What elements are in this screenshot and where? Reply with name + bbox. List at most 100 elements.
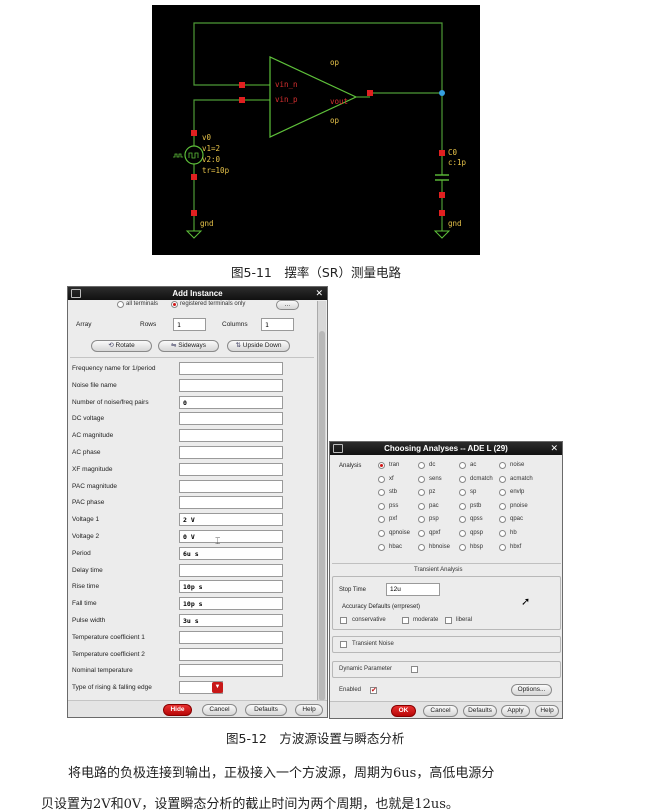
help-button[interactable]: Help (295, 704, 323, 716)
analysis-radio-sens[interactable] (418, 476, 425, 483)
param-field[interactable]: 10p s (179, 597, 283, 610)
param-field[interactable] (179, 379, 283, 392)
rows-field[interactable]: 1 (173, 318, 206, 331)
analysis-radio-pstb[interactable] (459, 503, 466, 510)
analysis-radio-pxf[interactable] (378, 516, 385, 523)
analysis-label-acmatch: acmatch (510, 476, 533, 482)
conservative-checkbox[interactable] (340, 617, 347, 624)
analysis-radio-qpnoise[interactable] (378, 530, 385, 537)
param-field[interactable] (179, 664, 283, 677)
analysis-radio-qpxf[interactable] (418, 530, 425, 537)
analysis-radio-pss[interactable] (378, 503, 385, 510)
accuracy-defaults-label: Accuracy Defaults (errpreset) (342, 604, 421, 610)
close-icon[interactable]: ✕ (550, 442, 558, 455)
choosing-analyses-titlebar[interactable]: Choosing Analyses -- ADE L (29) ✕ (330, 442, 562, 455)
analysis-radio-hb[interactable] (499, 530, 506, 537)
moderate-checkbox[interactable] (402, 617, 409, 624)
param-label: AC magnitude (72, 432, 114, 439)
analysis-radio-qpsp[interactable] (459, 530, 466, 537)
enabled-checkbox[interactable]: ✔ (370, 687, 377, 694)
dynamic-parameter-checkbox[interactable] (411, 666, 418, 673)
param-field[interactable]: 0 (179, 396, 283, 409)
analysis-radio-pz[interactable] (418, 489, 425, 496)
liberal-checkbox[interactable] (445, 617, 452, 624)
transient-noise-checkbox[interactable] (340, 641, 347, 648)
analysis-radio-hbxf[interactable] (499, 544, 506, 551)
defaults-button[interactable]: Defaults (245, 704, 287, 716)
ok-button[interactable]: OK (391, 705, 416, 717)
pulse-source-symbol (184, 145, 204, 165)
param-field[interactable] (179, 648, 283, 661)
param-field[interactable]: 10p s (179, 580, 283, 593)
analysis-radio-dcmatch[interactable] (459, 476, 466, 483)
array-label: Array (76, 321, 92, 328)
analysis-radio-qpss[interactable] (459, 516, 466, 523)
analysis-radio-noise[interactable] (499, 462, 506, 469)
columns-field[interactable]: 1 (261, 318, 294, 331)
analysis-radio-pnoise[interactable] (499, 503, 506, 510)
param-field[interactable] (179, 564, 283, 577)
cancel-button[interactable]: Cancel (423, 705, 458, 717)
analysis-label-hbsp: hbsp (470, 544, 484, 550)
param-field[interactable]: 2 V (179, 513, 283, 526)
hide-button[interactable]: Hide (163, 704, 192, 716)
param-field[interactable] (179, 631, 283, 644)
defaults-button[interactable]: Defaults (463, 705, 497, 717)
window-menu-icon[interactable] (333, 444, 343, 453)
param-field[interactable] (179, 463, 283, 476)
terminals-more-button[interactable]: ... (276, 300, 299, 310)
param-field[interactable] (179, 429, 283, 442)
button-bar: OK Cancel Defaults Apply Help (330, 701, 562, 718)
analysis-radio-xf[interactable] (378, 476, 385, 483)
add-instance-titlebar[interactable]: Add Instance ✕ (68, 287, 327, 300)
analysis-radio-qpac[interactable] (499, 516, 506, 523)
analysis-radio-acmatch[interactable] (499, 476, 506, 483)
param-field[interactable] (179, 446, 283, 459)
rotate-icon: ⟲ (108, 342, 116, 349)
window-menu-icon[interactable] (71, 289, 81, 298)
param-field[interactable] (179, 496, 283, 509)
help-button[interactable]: Help (535, 705, 559, 717)
param-field[interactable] (179, 362, 283, 375)
param-field[interactable]: 3u s (179, 614, 283, 627)
analysis-radio-hbac[interactable] (378, 544, 385, 551)
rotate-button[interactable]: ⟲ Rotate (91, 340, 152, 352)
analysis-radio-ac[interactable] (459, 462, 466, 469)
analysis-label-sens: sens (429, 476, 442, 482)
close-icon[interactable]: ✕ (315, 287, 323, 300)
stop-time-field[interactable]: 12u (386, 583, 440, 596)
analysis-radio-stb[interactable] (378, 489, 385, 496)
figure-caption-5-11: 图5-11 摆率（SR）测量电路 (231, 265, 401, 280)
cancel-button[interactable]: Cancel (202, 704, 237, 716)
param-field[interactable] (179, 480, 283, 493)
param-field[interactable]: 0 V (179, 530, 283, 543)
analysis-radio-hbsp[interactable] (459, 544, 466, 551)
analysis-label-pz: pz (429, 489, 436, 495)
edge-type-dropdown-icon[interactable]: ▼ (212, 682, 223, 693)
schematic-canvas[interactable]: op op vin_n vin_p vout v0 v1=2 v2:0 tr=1… (152, 5, 480, 255)
scrollbar-thumb[interactable] (319, 331, 325, 701)
analysis-label-envlp: envlp (510, 489, 525, 495)
analysis-radio-pac[interactable] (418, 503, 425, 510)
source-v1-label: v1=2 (202, 144, 221, 153)
analysis-radio-envlp[interactable] (499, 489, 506, 496)
analysis-radio-tran[interactable] (378, 462, 385, 469)
button-bar: Hide Cancel Defaults Help (68, 700, 327, 717)
ground-symbol-right (433, 230, 451, 239)
analysis-radio-hbnoise[interactable] (418, 544, 425, 551)
analysis-radio-psp[interactable] (418, 516, 425, 523)
param-label: Nominal temperature (72, 667, 133, 674)
apply-button[interactable]: Apply (501, 705, 530, 717)
param-label: PAC phase (72, 499, 105, 506)
analysis-radio-sp[interactable] (459, 489, 466, 496)
text-cursor-icon: ⌶ (215, 536, 221, 546)
options-button[interactable]: Options... (511, 684, 552, 696)
registered-terminals-radio[interactable] (171, 301, 178, 308)
param-field[interactable]: 6u s (179, 547, 283, 560)
all-terminals-radio[interactable] (117, 301, 124, 308)
vertical-scrollbar[interactable] (317, 301, 326, 703)
upside-down-button[interactable]: ⇅ Upside Down (227, 340, 290, 352)
sideways-button[interactable]: ⇋ Sideways (158, 340, 219, 352)
analysis-radio-dc[interactable] (418, 462, 425, 469)
param-field[interactable] (179, 412, 283, 425)
